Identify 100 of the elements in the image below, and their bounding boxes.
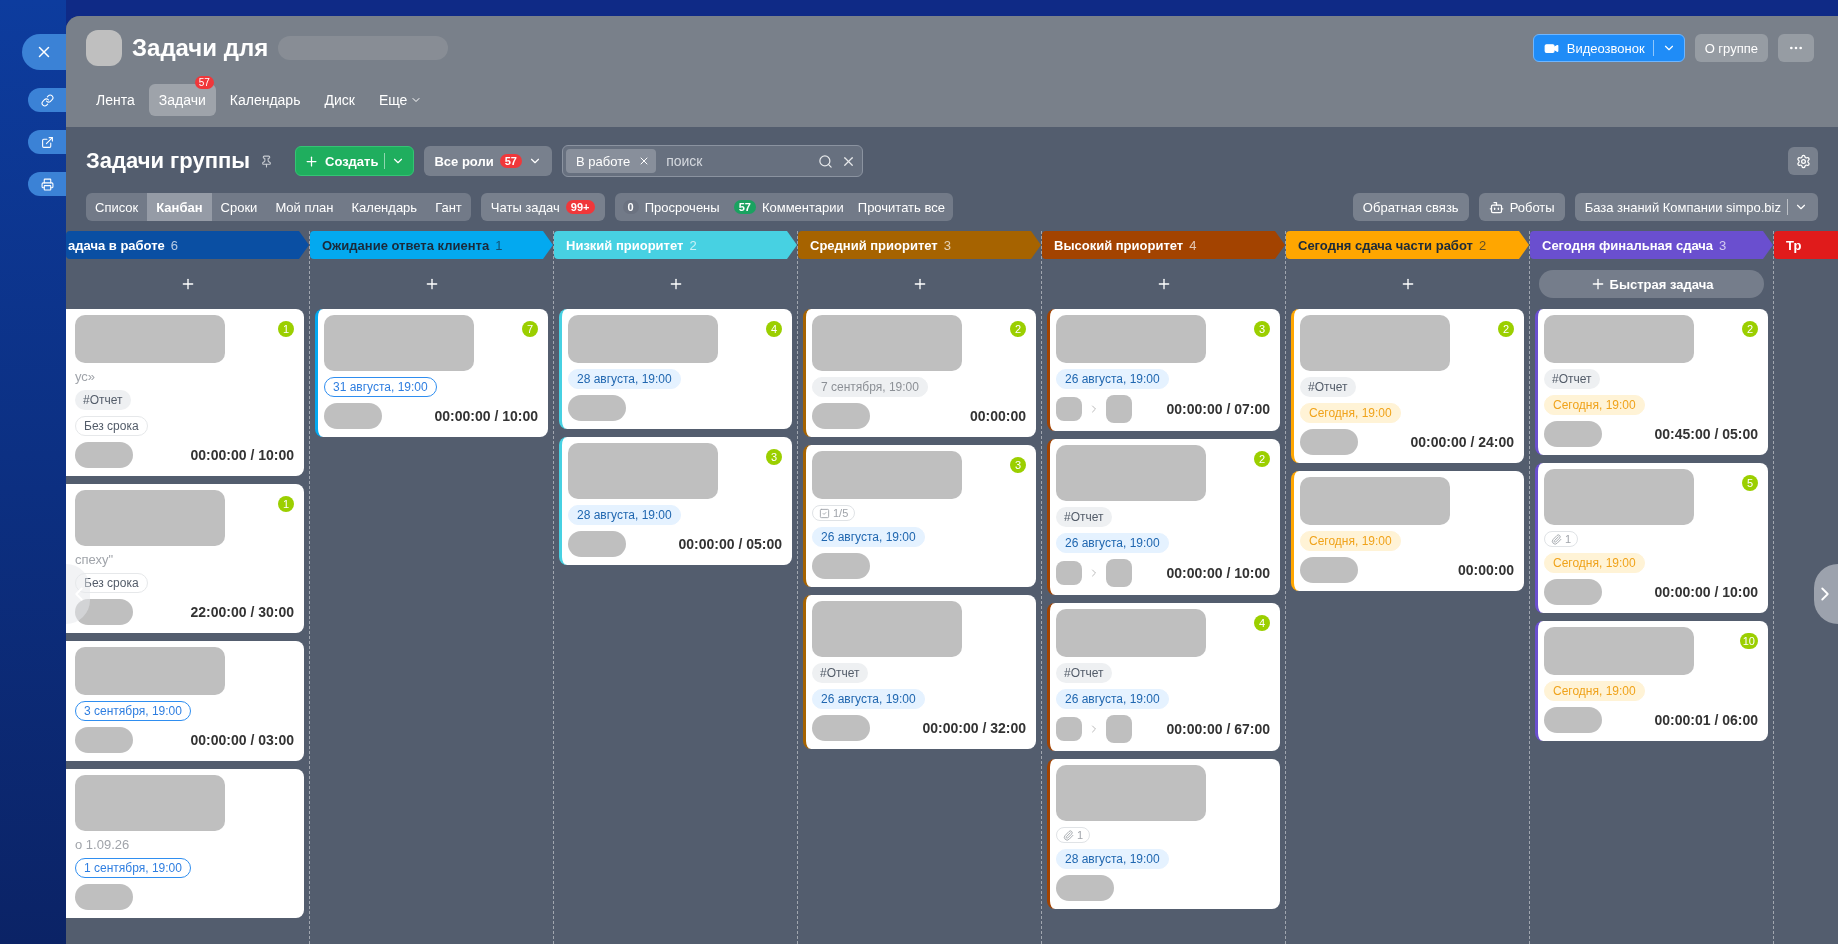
deadline[interactable]: 28 августа, 19:00 [1056,849,1169,869]
task-card[interactable]: 2 #Отчет Сегодня, 19:00 00:45:00 / 05:00 [1535,309,1768,455]
paperclip-icon [1063,829,1074,841]
counter-label[interactable]: Просрочены [644,199,720,215]
column-header[interactable]: Высокий приоритет 4 [1042,231,1285,259]
redacted-avatar [568,531,626,557]
tab[interactable]: Еще [368,84,433,116]
deadline[interactable]: 31 августа, 19:00 [324,377,437,397]
view-tab[interactable]: Календарь [342,193,427,221]
column-header[interactable]: Сегодня финальная сдача 3 [1530,231,1773,259]
task-card[interactable]: о 1.09.26 1 сентября, 19:00 [66,769,304,918]
comment-count: 7 [522,321,538,337]
view-tab[interactable]: Гант [426,193,471,221]
deadline[interactable]: 1 сентября, 19:00 [75,858,191,878]
deadline[interactable]: 26 августа, 19:00 [1056,689,1169,709]
task-card[interactable]: 4 28 августа, 19:00 [559,309,792,429]
time-tracker: 00:00:01 / 06:00 [1654,712,1758,728]
about-group-button[interactable]: О группе [1694,34,1768,62]
task-card[interactable]: 3 28 августа, 19:00 00:00:00 / 05:00 [559,437,792,565]
read-all-link[interactable]: Прочитать все [857,199,945,215]
copy-link-button[interactable] [28,88,66,112]
task-card[interactable]: 2 7 сентября, 19:00 00:00:00 [803,309,1036,437]
view-tab[interactable]: Список [86,193,148,221]
task-card[interactable]: 3 26 августа, 19:00 00:00:00 / 07:00 [1047,309,1280,431]
tag[interactable]: #Отчет [1300,377,1356,397]
task-card[interactable]: 1 спеху" Без срока 22:00:00 / 30:00 [66,484,304,633]
redacted-avatar [75,599,133,625]
column-header[interactable]: Сегодня сдача части работ 2 [1286,231,1529,259]
deadline[interactable]: 26 августа, 19:00 [812,689,925,709]
time-tracker: 00:00:00 / 10:00 [1166,565,1270,581]
tab[interactable]: Диск [314,84,365,116]
deadline[interactable]: 28 августа, 19:00 [568,369,681,389]
tab[interactable]: Лента [86,84,145,116]
tab[interactable]: Календарь [219,84,311,116]
time-tracker: 00:00:00 / 32:00 [922,720,1026,736]
column-header[interactable]: Тр [1774,231,1838,259]
feedback-button[interactable]: Обратная связь [1352,193,1469,221]
video-call-button[interactable]: Видеозвонок [1532,34,1685,62]
quick-task-button[interactable]: Быстрая задача [1539,270,1764,298]
time-tracker: 00:00:00 / 24:00 [1410,434,1514,450]
comment-count: 2 [1010,321,1026,337]
task-card[interactable]: 1 28 августа, 19:00 [1047,759,1280,909]
redacted-avatar [1544,421,1602,447]
redacted-avatar [75,884,133,910]
tag[interactable]: #Отчет [812,663,868,683]
counter-badge: 0 [622,200,639,214]
print-button[interactable] [28,172,66,196]
card-text: ус» [75,369,97,384]
task-card[interactable]: 1 ус» #Отчет Без срока 00:00:00 / 10:00 [66,309,304,476]
search-icon[interactable] [818,153,833,169]
search-field[interactable]: В работе поиск [562,145,863,177]
column-header[interactable]: Средний приоритет 3 [798,231,1041,259]
column-header[interactable]: Ожидание ответа клиента 1 [310,231,553,259]
comment-count: 1 [278,496,294,512]
deadline[interactable]: 28 августа, 19:00 [568,505,681,525]
time-tracker: 00:00:00 [1457,562,1514,578]
redacted-avatar [1300,557,1358,583]
time-tracker: 00:00:00 / 05:00 [678,536,782,552]
comment-count: 2 [1498,321,1514,337]
task-card[interactable]: 5 1 Сегодня, 19:00 00:00:00 / 10:00 [1535,463,1768,613]
time-tracker: 00:00:00 / 10:00 [434,408,538,424]
tag[interactable]: #Отчет [75,390,131,410]
create-button[interactable]: Создать [295,146,415,176]
view-tab[interactable]: Канбан [147,193,212,221]
view-tab[interactable]: Сроки [211,193,267,221]
task-card[interactable]: 2 #Отчет 26 августа, 19:00 00:00:00 / 10:00 [1047,439,1280,595]
tag[interactable]: #Отчет [1056,507,1112,527]
task-card[interactable]: 2 #Отчет Сегодня, 19:00 00:00:00 / 24:00 [1291,309,1524,463]
column-header[interactable]: адача в работе 6 [66,231,309,259]
deadline[interactable]: 26 августа, 19:00 [812,527,925,547]
roles-button[interactable]: Все роли 57 [424,146,552,176]
task-card[interactable]: 7 31 августа, 19:00 00:00:00 / 10:00 [315,309,548,437]
open-new-window-button[interactable] [28,130,66,154]
redacted-avatar [1056,717,1082,741]
counter-label[interactable]: Комментарии [761,199,844,215]
tag[interactable]: #Отчет [1544,369,1600,389]
pin-icon[interactable] [260,154,273,168]
deadline[interactable]: 7 сентября, 19:00 [812,377,928,397]
task-card[interactable]: Сегодня, 19:00 00:00:00 [1291,471,1524,591]
comment-count: 10 [1739,633,1758,649]
tag[interactable]: #Отчет [1056,663,1112,683]
redacted-avatar [812,715,870,741]
redacted-avatar [568,395,626,421]
settings-button[interactable] [1788,147,1818,175]
close-button[interactable] [22,34,66,70]
task-card[interactable]: 4 #Отчет 26 августа, 19:00 00:00:00 / 67:00 [1047,603,1280,751]
task-card[interactable]: #Отчет 26 августа, 19:00 00:00:00 / 32:00 [803,595,1036,749]
knowledge-base-button[interactable]: База знаний Компании simpo.biz [1574,193,1818,221]
view-tab[interactable]: Мой план [266,193,343,221]
deadline[interactable]: 3 сентября, 19:00 [75,701,191,721]
filter-chip[interactable]: В работе [566,149,657,173]
task-card[interactable]: 3 1/5 26 августа, 19:00 [803,445,1036,587]
task-card[interactable]: 3 сентября, 19:00 00:00:00 / 03:00 [66,641,304,761]
deadline[interactable]: 26 августа, 19:00 [1056,533,1169,553]
deadline[interactable]: Без срока [75,573,148,593]
deadline[interactable]: Без срока [75,416,148,436]
deadline[interactable]: 26 августа, 19:00 [1056,369,1169,389]
task-card[interactable]: 10 Сегодня, 19:00 00:00:01 / 06:00 [1535,621,1768,741]
robots-button[interactable]: Роботы [1478,193,1565,221]
task-chats-button[interactable]: Чаты задач 99+ [480,193,605,221]
